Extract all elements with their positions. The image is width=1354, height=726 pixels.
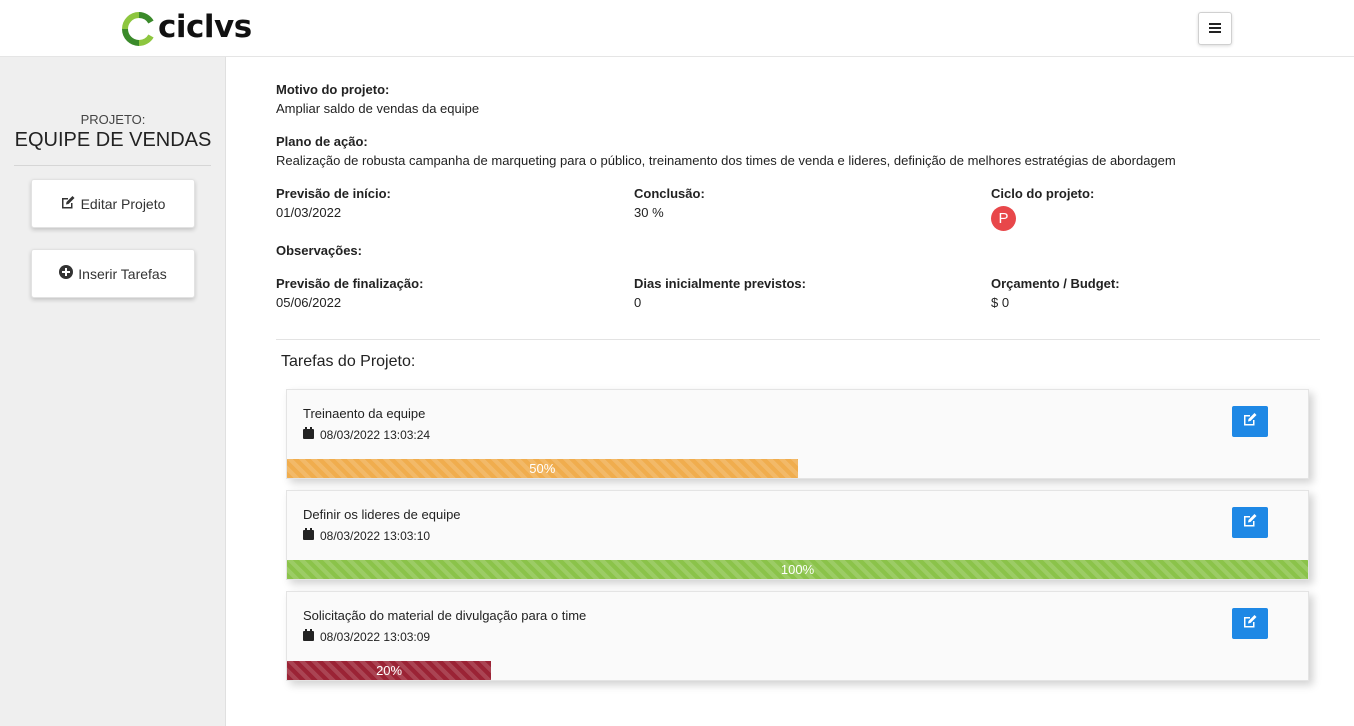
ciclo-field: Ciclo do projeto: P xyxy=(991,184,1094,231)
menu-toggle-button[interactable] xyxy=(1198,12,1232,45)
top-navbar: ciclvs xyxy=(0,0,1354,57)
plano-value: Realização de robusta campanha de marque… xyxy=(276,153,1176,168)
task-title: Definir os lideres de equipe xyxy=(303,507,461,522)
observacoes-field: Observações: xyxy=(276,241,362,260)
edit-task-button[interactable] xyxy=(1232,507,1268,538)
ciclo-badge: P xyxy=(991,206,1016,231)
task-card: Definir os lideres de equipe 08/03/2022 … xyxy=(286,490,1309,580)
orcamento-label: Orçamento / Budget: xyxy=(991,276,1120,291)
task-progress-bar: 20% xyxy=(287,661,492,680)
conclusao-value: 30 % xyxy=(634,205,664,220)
inicio-label: Previsão de início: xyxy=(276,186,391,201)
insert-tasks-button[interactable]: Inserir Tarefas xyxy=(31,249,195,298)
task-date-text: 08/03/2022 13:03:09 xyxy=(320,629,431,644)
edit-task-button[interactable] xyxy=(1232,608,1268,639)
ciclo-label: Ciclo do projeto: xyxy=(991,186,1095,201)
task-card: Treinaento da equipe 08/03/2022 13:03:24… xyxy=(286,389,1309,479)
edit-icon xyxy=(1243,614,1258,633)
task-progress: 20% xyxy=(287,661,1308,680)
logo-text: ciclvs xyxy=(158,8,252,45)
hamburger-icon xyxy=(1209,20,1221,38)
sidebar: PROJETO: EQUIPE DE VENDAS Editar Projeto… xyxy=(0,57,226,726)
plano-label: Plano de ação: xyxy=(276,134,368,149)
task-date: 08/03/2022 13:03:09 xyxy=(303,629,430,644)
task-date: 08/03/2022 13:03:24 xyxy=(303,427,430,442)
edit-project-button[interactable]: Editar Projeto xyxy=(31,179,195,228)
logo-mark-icon xyxy=(122,12,156,46)
logo[interactable]: ciclvs xyxy=(122,11,252,47)
conclusao-label: Conclusão: xyxy=(634,186,705,201)
observacoes-label: Observações: xyxy=(276,243,362,258)
section-divider xyxy=(276,339,1320,340)
finalizacao-field: Previsão de finalização: 05/06/2022 xyxy=(276,274,423,312)
dias-label: Dias inicialmente previstos: xyxy=(634,276,806,291)
edit-icon xyxy=(1243,513,1258,532)
orcamento-field: Orçamento / Budget: $ 0 xyxy=(991,274,1120,312)
dias-value: 0 xyxy=(634,295,642,310)
finalizacao-label: Previsão de finalização: xyxy=(276,276,424,291)
conclusao-field: Conclusão: 30 % xyxy=(634,184,705,222)
edit-icon xyxy=(61,195,81,212)
motivo-value: Ampliar saldo de vendas da equipe xyxy=(276,101,480,116)
calendar-icon xyxy=(303,629,320,644)
project-label: PROJETO: xyxy=(80,112,146,127)
inicio-value: 01/03/2022 xyxy=(276,205,342,220)
dias-field: Dias inicialmente previstos: 0 xyxy=(634,274,806,312)
sidebar-divider xyxy=(14,165,211,166)
plus-circle-icon xyxy=(59,265,78,282)
task-date: 08/03/2022 13:03:10 xyxy=(303,528,430,543)
calendar-icon xyxy=(303,427,320,442)
calendar-icon xyxy=(303,528,320,543)
inicio-field: Previsão de início: 01/03/2022 xyxy=(276,184,391,222)
insert-tasks-label: Inserir Tarefas xyxy=(78,265,167,282)
edit-icon xyxy=(1243,412,1258,431)
task-title: Solicitação do material de divulgação pa… xyxy=(303,608,587,623)
task-date-text: 08/03/2022 13:03:10 xyxy=(320,528,431,543)
task-card: Solicitação do material de divulgação pa… xyxy=(286,591,1309,681)
project-name: EQUIPE DE VENDAS xyxy=(14,129,212,151)
task-progress-bar: 100% xyxy=(287,560,1308,579)
plano-field: Plano de ação: Realização de robusta cam… xyxy=(276,132,1176,170)
task-progress-bar: 50% xyxy=(287,459,798,478)
orcamento-value: $ 0 xyxy=(991,295,1010,310)
motivo-field: Motivo do projeto: Ampliar saldo de vend… xyxy=(276,80,479,118)
task-progress: 50% xyxy=(287,459,1308,478)
edit-task-button[interactable] xyxy=(1232,406,1268,437)
finalizacao-value: 05/06/2022 xyxy=(276,295,342,310)
task-title: Treinaento da equipe xyxy=(303,406,426,421)
motivo-label: Motivo do projeto: xyxy=(276,82,390,97)
tasks-section-title: Tarefas do Projeto: xyxy=(281,353,416,370)
edit-project-label: Editar Projeto xyxy=(80,195,166,212)
task-date-text: 08/03/2022 13:03:24 xyxy=(320,427,431,442)
task-progress: 100% xyxy=(287,560,1308,579)
